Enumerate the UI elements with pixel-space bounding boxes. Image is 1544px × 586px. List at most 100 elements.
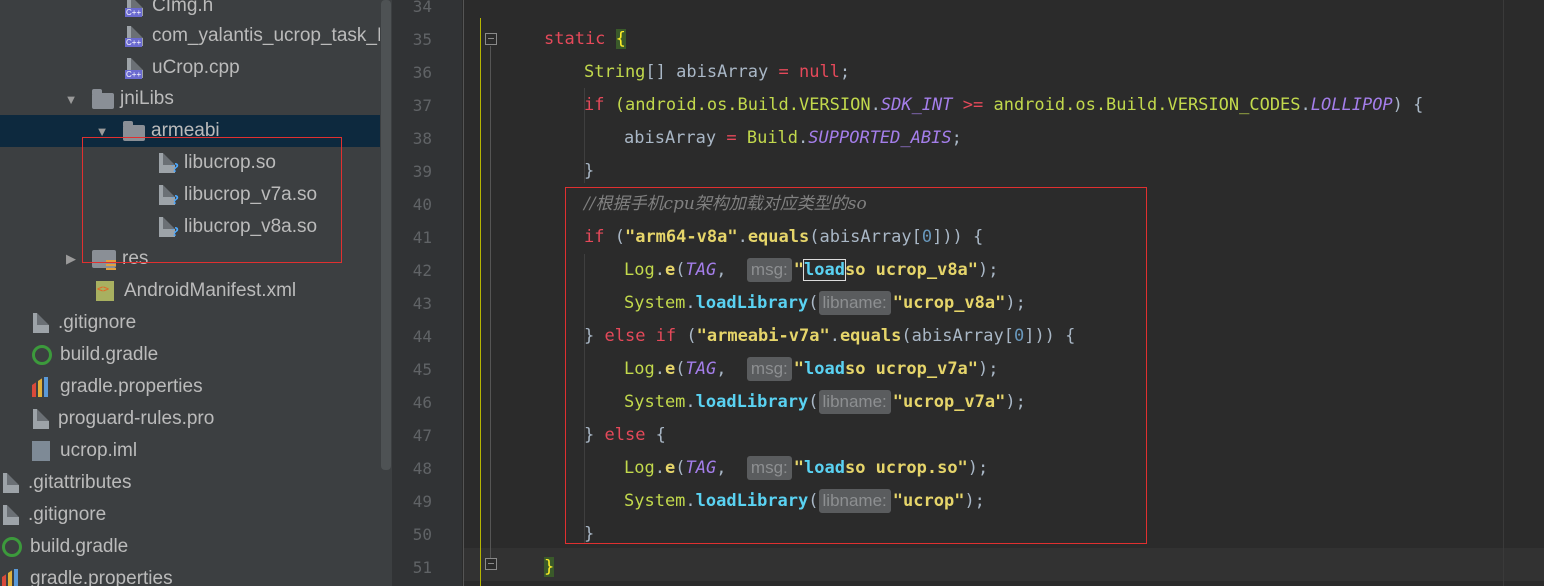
cpp-file-icon: C++ (125, 58, 143, 79)
operator: = (716, 128, 747, 148)
code-line-39: } (584, 161, 595, 181)
fold-collapse-icon[interactable] (485, 33, 497, 45)
static-field: LOLLIPOP (1310, 95, 1393, 115)
tree-item-label: gradle.properties (30, 568, 173, 586)
line-number: 48 (412, 459, 432, 478)
line-number: 34 (412, 0, 432, 16)
static-field: SDK_INT (880, 95, 953, 115)
code-text: abisArray (624, 128, 717, 148)
gradle-icon (2, 537, 22, 557)
tree-item-label: CImg.h (152, 0, 214, 16)
cpp-file-icon: C++ (125, 26, 143, 47)
tree-item-gitattributes[interactable]: .gitattributes (0, 467, 380, 499)
keyword: null (798, 62, 840, 82)
line-number: 44 (412, 327, 432, 346)
module-file-icon (32, 441, 50, 461)
current-line-highlight (464, 548, 1544, 581)
code-text: . (1300, 95, 1311, 115)
text-file-icon (3, 505, 19, 525)
code-line-51: } (544, 551, 555, 584)
code-text: ; (839, 62, 851, 82)
folder-icon (92, 88, 114, 109)
line-number: 42 (412, 261, 432, 280)
annotation-box-code (565, 187, 1147, 544)
code-line-35: static { (544, 23, 626, 56)
matched-brace: { (615, 29, 626, 49)
line-number: 50 (412, 525, 432, 544)
tree-item-gitignore[interactable]: .gitignore (0, 307, 392, 339)
line-number: 46 (412, 393, 432, 412)
tree-item-ucrop-cpp[interactable]: C++ uCrop.cpp (0, 52, 392, 84)
line-number: 45 (412, 360, 432, 379)
tree-item-bitmapcroptask-cpp[interactable]: C++ com_yalantis_ucrop_task_BitmapCropTa… (0, 20, 392, 52)
text-file-icon (33, 409, 49, 429)
code-text: (android.os.Build. (604, 95, 799, 115)
tree-item-label: jniLibs (120, 88, 174, 109)
tree-item-label: .gitignore (58, 312, 137, 333)
tree-item-jnilibs[interactable]: ▼ jniLibs (0, 83, 392, 115)
project-tree-panel: C++ CImg.h C++ com_yalantis_ucrop_task_B… (0, 0, 392, 586)
line-number: 36 (412, 63, 432, 82)
code-line-38: abisArray = Build.SUPPORTED_ABIS; (624, 122, 962, 155)
tree-item-label: .gitattributes (28, 472, 132, 493)
type: Build (746, 128, 799, 148)
tree-item-label: build.gradle (60, 344, 159, 365)
line-number: 35 (412, 30, 432, 49)
code-text: android.os.Build. (993, 95, 1168, 115)
keyword: static (544, 29, 606, 49)
code-text: . (870, 95, 881, 115)
code-text: VERSION_CODES (1167, 95, 1301, 115)
tree-item-cimg-h[interactable]: C++ CImg.h (0, 0, 392, 22)
chevron-right-icon[interactable]: ▶ (64, 251, 78, 266)
code-text: ) { (1392, 95, 1424, 115)
tree-item-label: .gitignore (28, 504, 107, 525)
tree-item-ucrop-iml[interactable]: ucrop.iml (0, 435, 392, 467)
matched-brace: } (544, 557, 555, 577)
chevron-down-icon[interactable]: ▼ (64, 92, 78, 107)
line-number: 40 (412, 195, 432, 214)
tree-item-root-gradle-properties[interactable]: gradle.properties (0, 563, 382, 586)
tree-item-root-gitignore[interactable]: .gitignore (0, 499, 380, 531)
tree-item-label: proguard-rules.pro (58, 408, 215, 429)
cpp-file-icon: C++ (125, 0, 143, 17)
line-number: 37 (412, 96, 432, 115)
tree-item-label: build.gradle (30, 536, 129, 557)
tree-item-gradle-properties[interactable]: gradle.properties (0, 371, 392, 403)
brace-scope-guide (480, 18, 481, 586)
gradle-icon (32, 345, 52, 365)
tree-scrollbar-thumb[interactable] (381, 0, 391, 470)
code-text: [] abisArray (645, 62, 769, 82)
operator: = (768, 62, 799, 82)
chevron-down-icon[interactable]: ▼ (95, 124, 109, 139)
code-text: VERSION (798, 95, 871, 115)
line-number-gutter: 34 35 36 37 38 39 40 41 42 43 44 45 46 4… (392, 0, 462, 586)
tree-item-build-gradle[interactable]: build.gradle (0, 339, 392, 371)
gutter-divider (463, 0, 464, 586)
properties-file-icon (2, 569, 18, 586)
tree-item-label: uCrop.cpp (152, 57, 240, 78)
code-editor[interactable]: 34 35 36 37 38 39 40 41 42 43 44 45 46 4… (392, 0, 1544, 586)
tree-item-root-build-gradle[interactable]: build.gradle (0, 531, 382, 563)
right-margin-guide (1503, 0, 1504, 586)
code-line-37: if (android.os.Build.VERSION.SDK_INT >= … (584, 89, 1423, 122)
code-text: ; (951, 128, 962, 148)
text-file-icon (3, 473, 19, 493)
operator: >= (952, 95, 994, 115)
static-field: SUPPORTED_ABIS (808, 128, 952, 148)
line-number: 51 (412, 558, 432, 577)
line-number: 49 (412, 492, 432, 511)
tree-item-label: AndroidManifest.xml (124, 280, 297, 301)
xml-file-icon (96, 281, 114, 301)
line-number: 41 (412, 228, 432, 247)
line-number: 47 (412, 426, 432, 445)
fold-collapse-icon[interactable] (485, 558, 497, 570)
annotation-box-so-files (82, 137, 342, 263)
tree-item-androidmanifest[interactable]: AndroidManifest.xml (0, 275, 392, 307)
code-text: . (798, 128, 809, 148)
tree-item-label: gradle.properties (60, 376, 203, 397)
line-number: 43 (412, 294, 432, 313)
code-line-36: String[] abisArray = null; (584, 56, 850, 89)
tree-item-label: com_yalantis_ucrop_task_BitmapCropTask.c… (152, 25, 392, 46)
text-file-icon (33, 313, 49, 333)
tree-item-proguard-rules[interactable]: proguard-rules.pro (0, 403, 392, 435)
